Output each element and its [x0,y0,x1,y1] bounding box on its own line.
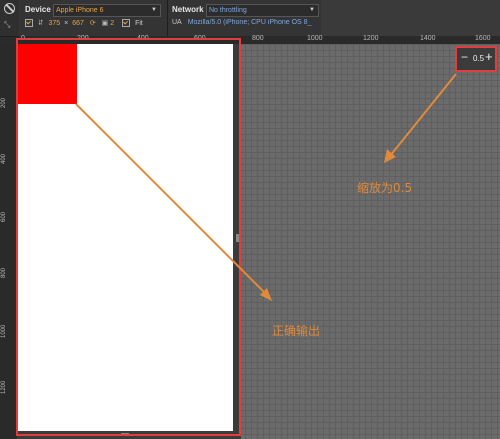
zoom-annotation: 缩放为0.5 [357,181,413,195]
arrow-line-zoom [389,73,457,157]
output-annotation: 正确输出 [272,324,321,338]
arrow-line-output [75,103,269,297]
annotation-arrows [75,73,457,301]
